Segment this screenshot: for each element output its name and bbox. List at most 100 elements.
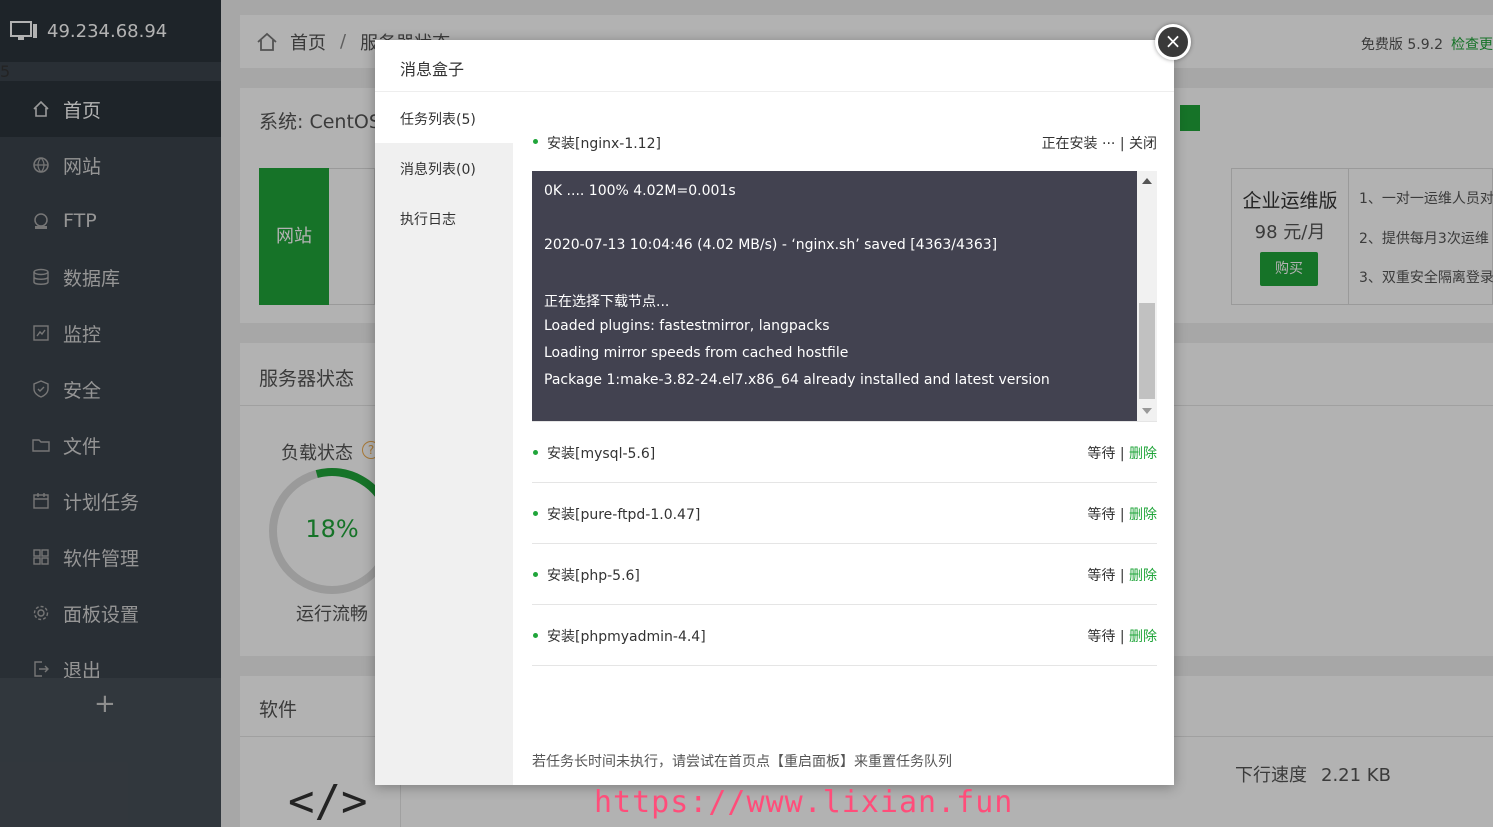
task-name: 安装[php-5.6] — [547, 568, 640, 584]
task-name: 安装[mysql-5.6] — [547, 446, 656, 462]
task-name: 安装[pure-ftpd-1.0.47] — [547, 507, 701, 523]
task-tip: 若任务长时间未执行，请尝试在首页点【重启面板】来重置任务队列 — [532, 754, 952, 770]
code-icon[interactable]: </> — [288, 776, 367, 827]
sidebar-item-monitor[interactable]: 监控 — [0, 305, 221, 361]
shield-icon — [32, 380, 50, 398]
home-icon — [257, 32, 277, 51]
buy-button[interactable]: 购买 — [1260, 252, 1318, 286]
update-button[interactable] — [1180, 105, 1200, 131]
log-line: Loading mirror speeds from cached hostfi… — [544, 345, 849, 361]
server-status-title: 服务器状态 — [259, 368, 355, 390]
task-status: 正在安装 ··· — [1041, 136, 1116, 152]
delete-task-button[interactable]: 删除 — [1129, 629, 1157, 645]
task-status: 等待 — [1087, 507, 1116, 523]
system-label: 系统: CentOS — [259, 111, 381, 133]
breadcrumb-home[interactable]: 首页 — [290, 29, 326, 55]
scrollbar[interactable] — [1137, 171, 1157, 421]
vip-card: 企业运维版 98 元/月 购买 1、一对一运维人员对 2、提供每月3次运维 3、… — [1231, 168, 1493, 305]
monitor-icon — [10, 21, 37, 40]
list-item: 安装[nginx-1.12] 正在安装 ··· | 关闭 — [532, 93, 1157, 153]
website-stat[interactable]: 网站 — [259, 168, 329, 305]
sidebar-item-label: 数据库 — [63, 267, 121, 290]
modal-title: 消息盒子 — [375, 40, 1174, 92]
task-actions: 等待 | 删除 — [1087, 443, 1157, 463]
sidebar-item-security[interactable]: 安全 — [0, 361, 221, 417]
delete-task-button[interactable]: 删除 — [1129, 568, 1157, 584]
delete-task-button[interactable]: 删除 — [1129, 507, 1157, 523]
close-task-button[interactable]: 关闭 — [1129, 136, 1157, 152]
tab-task-list[interactable]: 任务列表(5) — [375, 93, 513, 143]
sidebar-item-website[interactable]: 网站 — [0, 137, 221, 193]
speed-value: 2.21 KB — [1321, 765, 1391, 786]
sidebar-item-cron[interactable]: 计划任务 — [0, 473, 221, 529]
vip-feature: 3、双重安全隔离登录 — [1359, 270, 1493, 286]
vip-feature: 1、一对一运维人员对 — [1359, 191, 1493, 207]
log-line: Package 1:make-3.82-24.el7.x86_64 alread… — [544, 372, 1050, 388]
watermark: https://www.lixian.fun — [594, 785, 1014, 820]
sidebar-menu: 首页 网站 FTP 数据库 监控 安全 文件 计划任务 软件管理 面板设置 退出 — [0, 81, 221, 697]
sidebar-item-settings[interactable]: 面板设置 — [0, 585, 221, 641]
tab-exec-log[interactable]: 执行日志 — [375, 193, 513, 243]
grid-icon — [32, 548, 50, 566]
scroll-down-icon[interactable] — [1142, 408, 1152, 414]
version-label: 免费版 5.9.2 — [1360, 37, 1443, 53]
sidebar-item-ftp[interactable]: FTP — [0, 193, 221, 249]
list-item: 安装[phpmyadmin-4.4] 等待 | 删除 — [532, 605, 1157, 666]
status-dot — [533, 450, 538, 455]
task-status: 等待 — [1087, 629, 1116, 645]
sidebar: 49.234.68.94 5 首页 网站 FTP 数据库 监控 安全 文件 计划… — [0, 0, 221, 827]
server-ip: 49.234.68.94 — [47, 20, 168, 42]
software-title: 软件 — [259, 699, 298, 721]
sidebar-item-label: 首页 — [63, 99, 102, 122]
close-icon[interactable]: × — [1155, 24, 1191, 60]
monitor-icon — [32, 324, 50, 342]
sidebar-item-label: 面板设置 — [63, 603, 140, 626]
log-line: 2020-07-13 10:04:46 (4.02 MB/s) - ‘nginx… — [544, 237, 998, 253]
sidebar-item-label: FTP — [63, 210, 97, 232]
scroll-thumb[interactable] — [1139, 303, 1155, 399]
action-separator: | — [1115, 568, 1129, 584]
task-count-badge[interactable]: 5 — [0, 62, 221, 81]
task-actions: 等待 | 删除 — [1087, 565, 1157, 585]
sidebar-item-label: 文件 — [63, 435, 102, 458]
task-actions: 正在安装 ··· | 关闭 — [1042, 133, 1157, 153]
sidebar-item-files[interactable]: 文件 — [0, 417, 221, 473]
check-update-link[interactable]: 检查更 — [1451, 37, 1493, 53]
vip-title: 企业运维版 — [1242, 190, 1338, 212]
stat-box — [329, 168, 375, 305]
version-info: 免费版 5.9.2 检查更 — [1361, 34, 1493, 54]
list-item: 安装[php-5.6] 等待 | 删除 — [532, 544, 1157, 605]
sidebar-item-label: 计划任务 — [63, 491, 140, 514]
server-header: 49.234.68.94 — [0, 0, 221, 62]
sidebar-item-home[interactable]: 首页 — [0, 81, 221, 137]
task-actions: 等待 | 删除 — [1087, 504, 1157, 524]
sidebar-item-software[interactable]: 软件管理 — [0, 529, 221, 585]
log-line: 0K .... 100% 4.02M=0.001s — [544, 183, 736, 199]
task-status: 等待 — [1087, 446, 1116, 462]
message-box-modal: 消息盒子 任务列表(5) 消息列表(0) 执行日志 安装[nginx-1.12]… — [375, 40, 1174, 785]
load-label: 负载状态 — [281, 443, 353, 464]
sidebar-item-database[interactable]: 数据库 — [0, 249, 221, 305]
calendar-icon — [32, 492, 50, 510]
modal-nav: 任务列表(5) 消息列表(0) 执行日志 — [375, 93, 513, 785]
task-status: 等待 — [1087, 568, 1116, 584]
delete-task-button[interactable]: 删除 — [1129, 446, 1157, 462]
scroll-up-icon[interactable] — [1142, 178, 1152, 184]
folder-icon — [32, 436, 50, 454]
status-dot — [533, 572, 538, 577]
vip-feature: 2、提供每月3次运维 — [1359, 231, 1489, 247]
tab-message-list[interactable]: 消息列表(0) — [375, 143, 513, 193]
speed-label: 下行速度 — [1235, 765, 1307, 786]
action-separator: | — [1115, 629, 1129, 645]
task-name: 安装[nginx-1.12] — [547, 136, 661, 152]
log-line: Loaded plugins: fastestmirror, langpacks — [544, 318, 830, 334]
sidebar-item-label: 安全 — [63, 379, 102, 402]
database-icon — [32, 268, 50, 286]
list-item: 安装[pure-ftpd-1.0.47] 等待 | 删除 — [532, 483, 1157, 544]
add-shortcut-button[interactable]: + — [94, 690, 116, 718]
gear-icon — [32, 604, 50, 622]
install-log[interactable]: 0K .... 100% 4.02M=0.001s 2020-07-13 10:… — [532, 171, 1157, 422]
home-icon — [32, 100, 50, 118]
task-name: 安装[phpmyadmin-4.4] — [547, 629, 706, 645]
download-speed: 下行速度 2.21 KB — [1235, 761, 1391, 787]
